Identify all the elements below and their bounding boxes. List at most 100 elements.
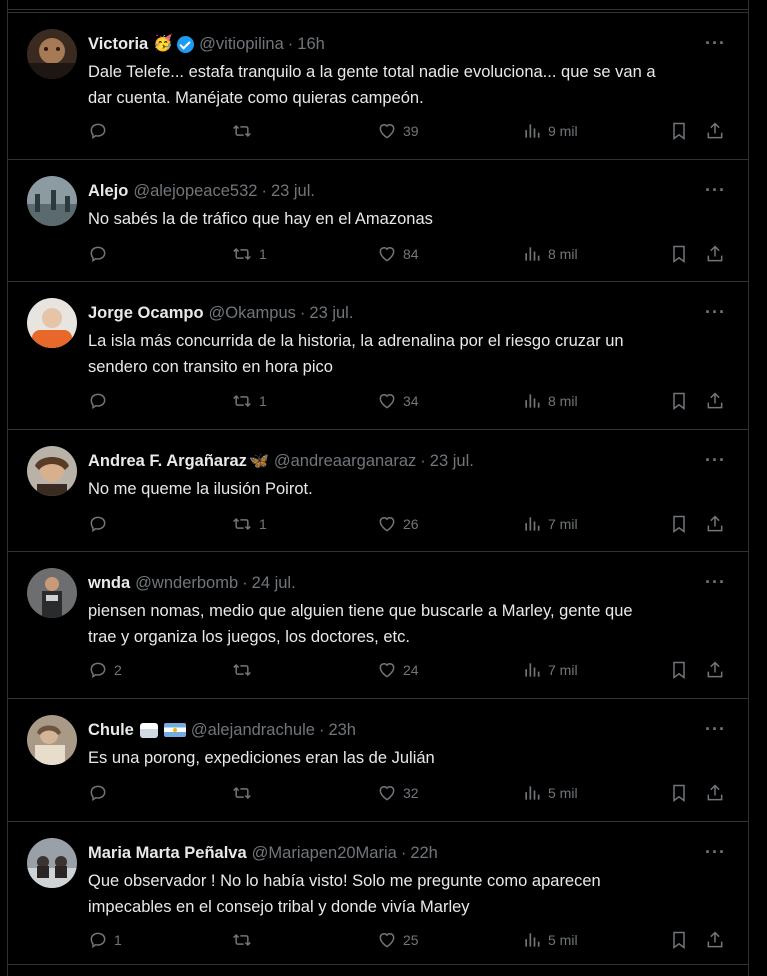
views-icon (525, 663, 540, 677)
separator: · (261, 181, 267, 200)
timeline-column: Victoria 🥳 @vitiopilina · 16h ··· Dale T… (7, 0, 749, 976)
bookmark-button[interactable] (669, 391, 689, 411)
bookmark-button[interactable] (669, 244, 689, 264)
views-button[interactable]: 7 mil (522, 514, 578, 534)
bookmark-button[interactable] (669, 783, 689, 803)
share-icon (707, 245, 723, 262)
views-count: 7 mil (548, 516, 578, 532)
reply-button[interactable] (88, 783, 114, 803)
bookmark-button[interactable] (669, 660, 689, 680)
handle[interactable]: @andreaarganaraz (274, 452, 416, 471)
retweet-icon (233, 786, 251, 800)
tweet-text-line: La isla más concurrida de la historia, l… (88, 332, 624, 350)
share-button[interactable] (705, 783, 725, 803)
more-icon[interactable]: ··· (705, 572, 726, 593)
reply-icon (90, 246, 106, 263)
avatar[interactable] (27, 838, 77, 888)
retweet-button[interactable] (231, 930, 259, 950)
reply-button[interactable] (88, 514, 114, 534)
tweet-text-line: piensen nomas, medio que alguien tiene q… (88, 602, 633, 620)
more-icon[interactable]: ··· (705, 450, 726, 471)
tweet[interactable]: Jorge Ocampo @Okampus · 23 jul. ··· La i… (8, 281, 748, 429)
retweet-button[interactable] (231, 660, 259, 680)
like-button[interactable]: 25 (377, 930, 419, 950)
avatar[interactable] (27, 29, 77, 79)
handle[interactable]: @vitiopilina (199, 35, 284, 54)
share-button[interactable] (705, 514, 725, 534)
retweet-button[interactable]: 1 (231, 244, 267, 264)
handle[interactable]: @wnderbomb (135, 574, 238, 593)
tweet[interactable]: wnda @wnderbomb · 24 jul. ··· piensen no… (8, 551, 748, 698)
bookmark-button[interactable] (669, 121, 689, 141)
views-button[interactable]: 8 mil (522, 391, 578, 411)
retweet-button[interactable] (231, 783, 259, 803)
share-button[interactable] (705, 660, 725, 680)
tweet[interactable]: Victoria 🥳 @vitiopilina · 16h ··· Dale T… (8, 12, 748, 159)
like-button[interactable]: 26 (377, 514, 419, 534)
timestamp[interactable]: 24 jul. (252, 574, 296, 593)
more-icon[interactable]: ··· (705, 719, 726, 740)
display-name[interactable]: Maria Marta Peñalva (88, 844, 247, 863)
handle[interactable]: @alejopeace532 (133, 182, 257, 201)
timestamp[interactable]: 23h (328, 721, 356, 740)
tweet-header: Andrea F. Argañaraz 🦋 @andreaarganaraz ·… (88, 450, 688, 472)
timestamp[interactable]: 23 jul. (309, 304, 353, 323)
like-button[interactable]: 34 (377, 391, 419, 411)
avatar[interactable] (27, 298, 77, 348)
handle[interactable]: @Okampus (209, 304, 296, 323)
display-name[interactable]: Chule (88, 721, 134, 740)
more-icon[interactable]: ··· (705, 302, 726, 323)
tweet[interactable]: Maria Marta Peñalva @Mariapen20Maria · 2… (8, 821, 748, 964)
avatar[interactable] (27, 715, 77, 765)
retweet-icon (233, 247, 251, 261)
like-count: 26 (403, 516, 419, 532)
views-button[interactable]: 7 mil (522, 660, 578, 680)
birthday-cake-icon (139, 722, 158, 738)
more-icon[interactable]: ··· (705, 33, 726, 54)
reply-button[interactable]: 2 (88, 660, 122, 680)
tweet-text: No sabés la de tráfico que hay en el Ama… (88, 206, 728, 232)
like-button[interactable]: 39 (377, 121, 419, 141)
avatar[interactable] (27, 176, 77, 226)
display-name[interactable]: Victoria (88, 35, 148, 54)
share-button[interactable] (705, 244, 725, 264)
share-button[interactable] (705, 121, 725, 141)
avatar[interactable] (27, 446, 77, 496)
like-count: 39 (403, 123, 419, 139)
reply-button[interactable]: 1 (88, 930, 122, 950)
timestamp[interactable]: 22h (410, 844, 438, 863)
timestamp[interactable]: 23 jul. (430, 452, 474, 471)
display-name[interactable]: Alejo (88, 182, 128, 201)
timestamp[interactable]: 23 jul. (271, 182, 315, 201)
more-icon[interactable]: ··· (705, 180, 726, 201)
bookmark-button[interactable] (669, 930, 689, 950)
handle[interactable]: @Mariapen20Maria (252, 844, 397, 863)
retweet-button[interactable] (231, 121, 259, 141)
reply-button[interactable] (88, 121, 114, 141)
more-icon[interactable]: ··· (705, 842, 726, 863)
retweet-button[interactable]: 1 (231, 391, 267, 411)
tweet[interactable]: Alejo @alejopeace532 · 23 jul. ··· No sa… (8, 159, 748, 281)
reply-button[interactable] (88, 391, 114, 411)
views-button[interactable]: 9 mil (522, 121, 578, 141)
tweet[interactable]: Andrea F. Argañaraz 🦋 @andreaarganaraz ·… (8, 429, 748, 551)
avatar[interactable] (27, 568, 77, 618)
share-button[interactable] (705, 391, 725, 411)
views-button[interactable]: 5 mil (522, 930, 578, 950)
display-name[interactable]: wnda (88, 574, 130, 593)
share-button[interactable] (705, 930, 725, 950)
tweet[interactable]: Chule @alejandrachule · 23h ··· Es una p… (8, 698, 748, 821)
views-button[interactable]: 5 mil (522, 783, 578, 803)
like-button[interactable]: 84 (377, 244, 419, 264)
display-name[interactable]: Andrea F. Argañaraz (88, 452, 247, 471)
views-button[interactable]: 8 mil (522, 244, 578, 264)
reply-button[interactable] (88, 244, 114, 264)
handle[interactable]: @alejandrachule (191, 721, 315, 740)
retweet-button[interactable]: 1 (231, 514, 267, 534)
bookmark-button[interactable] (669, 514, 689, 534)
tweet-text-line: Es una porong, expediciones eran las de … (88, 749, 435, 767)
like-button[interactable]: 24 (377, 660, 419, 680)
timestamp[interactable]: 16h (297, 35, 325, 54)
like-button[interactable]: 32 (377, 783, 419, 803)
display-name[interactable]: Jorge Ocampo (88, 304, 204, 323)
